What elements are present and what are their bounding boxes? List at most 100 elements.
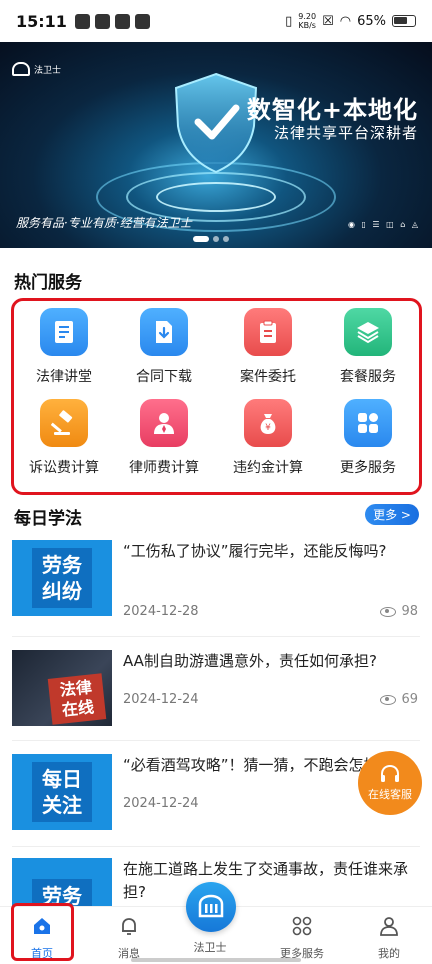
service-label: 违约金计算: [233, 460, 303, 476]
layers-icon: [344, 308, 392, 356]
daily-law-more-button[interactable]: 更多 >: [365, 504, 419, 525]
tab-profile[interactable]: 我的: [349, 915, 429, 961]
article-thumbnail: 劳务: [12, 858, 112, 906]
thumb-text: 在线: [61, 697, 95, 720]
banner-slogan: 服务有品·专业有质·经营有法卫士: [16, 216, 192, 230]
crown-notification-icon: [114, 13, 130, 29]
tab-label: 法卫士: [193, 941, 227, 954]
play-notification-icon: [94, 13, 110, 29]
article-item[interactable]: 法律 在线 AA制自助游遭遇意外，责任如何承担? 2024-12-24 69: [12, 650, 420, 730]
online-service-label: 在线客服: [368, 788, 412, 801]
article-thumbnail: 每日 关注: [12, 754, 112, 830]
box-notification-icon: [134, 13, 150, 29]
battery-icon: [392, 15, 416, 27]
article-title: AA制自助游遭遇意外，责任如何承担?: [123, 652, 377, 670]
article-thumbnail: 劳务 纠纷: [12, 540, 112, 616]
grid-icon: [344, 399, 392, 447]
article-views: 98: [380, 604, 418, 619]
gavel-icon: [40, 399, 88, 447]
article-views-count: 98: [401, 604, 418, 619]
thumb-text: 劳务: [42, 553, 82, 577]
partner-logos: ◉ ▯ ☰ ◫ ⌂ ◬: [347, 220, 420, 229]
eye-icon: [380, 694, 397, 705]
home-tab-highlight: [11, 903, 74, 961]
net-speed-value: 9.20: [298, 12, 317, 21]
battery-level: 65%: [357, 13, 386, 29]
service-contract-download[interactable]: 合同下载: [114, 308, 214, 386]
net-speed-unit: KB/s: [298, 21, 316, 30]
article-views-count: 69: [401, 692, 418, 707]
service-label: 合同下载: [136, 369, 192, 385]
headset-icon: [381, 764, 399, 782]
notification-icons: [74, 13, 150, 29]
tab-messages[interactable]: 消息: [89, 915, 169, 961]
status-time: 15:11: [16, 11, 67, 31]
service-lawyer-fee[interactable]: 律师费计算: [114, 399, 214, 477]
hot-services-title: 热门服务: [14, 273, 82, 293]
banner-logo: 法卫士: [12, 62, 61, 76]
app-notification-icon: [74, 13, 90, 29]
service-more[interactable]: 更多服务: [318, 399, 418, 477]
service-label: 更多服务: [340, 460, 396, 476]
online-service-button[interactable]: 在线客服: [358, 751, 422, 815]
download-icon: [140, 308, 188, 356]
service-packages[interactable]: 套餐服务: [318, 308, 418, 386]
carousel-dot[interactable]: [193, 236, 209, 242]
status-bar: 15:11 ▯ 9.20 KB/s ☒ ◠ 65%: [0, 0, 432, 42]
thumb-text: 法律: [58, 677, 93, 700]
divider: [12, 846, 420, 847]
user-icon: [380, 917, 398, 936]
divider: [12, 636, 420, 637]
clipboard-icon: [244, 308, 292, 356]
service-litigation-fee[interactable]: 诉讼费计算: [14, 399, 114, 477]
article-item[interactable]: 每日 关注 “必看酒驾攻略”！猜一猜，不跑会怎样? 2024-12-24: [12, 754, 420, 834]
tab-fawei[interactable]: 法卫士: [170, 939, 250, 955]
service-label: 诉讼费计算: [29, 460, 99, 476]
article-date: 2024-12-24: [123, 692, 199, 707]
service-label: 律师费计算: [129, 460, 199, 476]
divider: [12, 740, 420, 741]
bell-icon: [122, 918, 136, 935]
wifi-icon: ◠: [339, 13, 352, 29]
service-label: 法律讲堂: [36, 369, 92, 385]
glow-ring: [156, 182, 276, 212]
fawei-center-button[interactable]: [186, 882, 236, 932]
fawei-logo-icon: [12, 62, 30, 76]
tab-more-services[interactable]: 更多服务: [262, 915, 342, 961]
vibrate-icon: ▯: [285, 13, 293, 29]
article-date: 2024-12-24: [123, 796, 199, 811]
tab-label: 我的: [378, 947, 400, 960]
promo-banner[interactable]: 法卫士 数智化+本地化 法律共享平台深耕者 服务有品·专业有质·经营有法卫士 ◉…: [0, 42, 432, 248]
carousel-dot[interactable]: [213, 236, 219, 242]
banner-logo-text: 法卫士: [34, 65, 62, 76]
carousel-dot[interactable]: [223, 236, 229, 242]
thumb-text: 纠纷: [42, 579, 82, 603]
thumb-text: 每日: [42, 767, 82, 791]
carousel-indicator[interactable]: [193, 236, 229, 242]
svg-text:¥: ¥: [265, 423, 271, 433]
daily-law-title: 每日学法: [14, 509, 82, 529]
thumb-text: 关注: [42, 793, 82, 817]
grid-icon: [292, 916, 312, 936]
money-bag-icon: ¥: [244, 399, 292, 447]
service-penalty-calc[interactable]: ¥ 违约金计算: [218, 399, 318, 477]
fawei-logo-icon: [198, 894, 224, 918]
article-title: 在施工道路上发生了交通事故，责任谁来承担?: [123, 860, 409, 901]
article-thumbnail: 法律 在线: [12, 650, 112, 726]
article-item[interactable]: 劳务 纠纷 “工伤私了协议”履行完毕，还能反悔吗? 2024-12-28 98: [12, 540, 420, 630]
lawyer-icon: [140, 399, 188, 447]
banner-subline: 法律共享平台深耕者: [273, 124, 418, 142]
banner-headline: 数智化+本地化: [246, 96, 418, 124]
article-title: “工伤私了协议”履行完毕，还能反悔吗?: [123, 542, 387, 560]
service-label: 案件委托: [240, 369, 296, 385]
book-icon: [40, 308, 88, 356]
article-views: 69: [380, 692, 418, 707]
service-case-entrust[interactable]: 案件委托: [218, 308, 318, 386]
status-right: ▯ 9.20 KB/s ☒ ◠ 65%: [285, 12, 416, 30]
service-legal-lecture[interactable]: 法律讲堂: [14, 308, 114, 386]
eye-icon: [380, 606, 397, 617]
service-label: 套餐服务: [340, 369, 396, 385]
home-indicator[interactable]: [131, 958, 301, 962]
net-speed: 9.20 KB/s: [298, 12, 316, 30]
no-sim-icon: ☒: [322, 13, 334, 29]
